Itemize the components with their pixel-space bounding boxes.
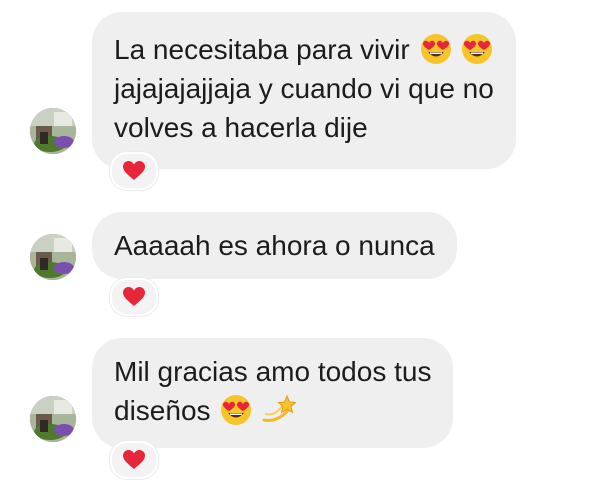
red-heart-icon (123, 161, 145, 181)
sender-avatar[interactable] (30, 396, 76, 442)
red-heart-icon (123, 287, 145, 307)
heart-reaction[interactable] (110, 278, 158, 316)
heart-eyes-emoji-icon (461, 33, 493, 65)
sender-avatar[interactable] (30, 108, 76, 154)
heart-eyes-emoji-icon (420, 33, 452, 65)
heart-eyes-emoji-icon (220, 394, 252, 426)
message-bubble[interactable]: Mil gracias amo todos tus diseños (92, 338, 454, 448)
message-text-line: Mil gracias amo todos tus (114, 356, 432, 387)
message-text-line: jajajajajjaja y cuando vi que no (114, 73, 494, 104)
message-text-line: volves a hacerla dije (114, 112, 368, 143)
heart-reaction[interactable] (110, 152, 158, 190)
message-bubble[interactable]: La necesitaba para vivir jajajajajjaja y… (92, 12, 516, 169)
message-text-line: Aaaaah es ahora o nunca (114, 230, 435, 261)
red-heart-icon (123, 450, 145, 470)
sender-avatar[interactable] (30, 234, 76, 280)
dizzy-icon (262, 394, 297, 426)
message-bubble[interactable]: Aaaaah es ahora o nunca (92, 212, 457, 279)
message-text-line: diseños (114, 391, 431, 430)
heart-reaction[interactable] (110, 441, 158, 479)
message-text-line: La necesitaba para vivir (114, 30, 494, 69)
